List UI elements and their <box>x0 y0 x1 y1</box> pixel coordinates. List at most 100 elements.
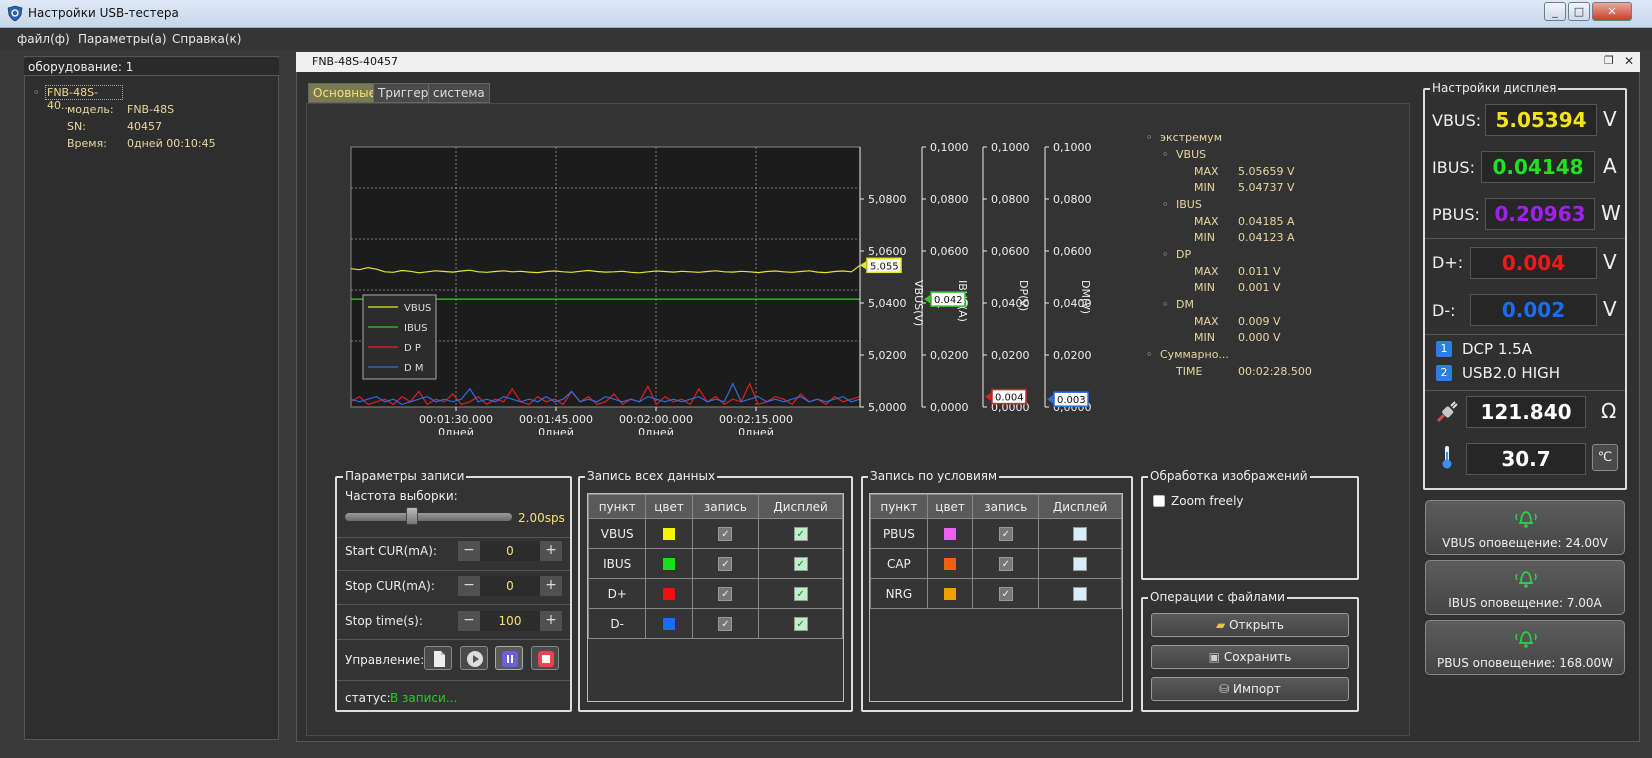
start-cur-stepper[interactable]: − 0 + <box>458 541 562 561</box>
minus-icon[interactable]: − <box>458 541 480 561</box>
alarm-button[interactable]: PBUS оповещение: 168.00W <box>1425 620 1625 675</box>
close-icon[interactable]: ✕ <box>1624 54 1634 68</box>
record-checkbox[interactable]: ✓ <box>718 526 733 541</box>
alarm-button[interactable]: VBUS оповещение: 24.00V <box>1425 500 1625 555</box>
record-checkbox[interactable]: ✓ <box>718 616 733 631</box>
table-row[interactable]: IBUS ✓ ✓ <box>587 548 843 579</box>
display-cell[interactable]: ✓ <box>758 518 843 549</box>
device-window-title: FNB-48S-40457 <box>296 52 1640 72</box>
display-checkbox[interactable] <box>1073 526 1088 541</box>
stop-time-input[interactable]: 100 <box>480 611 540 631</box>
display-cell[interactable] <box>1038 548 1122 579</box>
color-swatch[interactable] <box>662 616 677 631</box>
color-cell[interactable] <box>645 518 693 549</box>
display-checkbox[interactable]: ✓ <box>793 526 808 541</box>
sample-rate-track[interactable] <box>345 513 512 521</box>
stop-button[interactable] <box>531 646 559 670</box>
plus-icon[interactable]: + <box>540 611 562 631</box>
color-cell[interactable] <box>645 608 693 639</box>
record-cell[interactable]: ✓ <box>691 608 760 639</box>
minus-icon[interactable]: − <box>458 611 480 631</box>
table-row[interactable]: PBUS ✓ <box>870 518 1122 549</box>
temp-unit-toggle[interactable]: ℃ <box>1592 444 1618 471</box>
record-checkbox[interactable]: ✓ <box>718 556 733 571</box>
measurement-chart[interactable]: 5,08005,06005,04005,02005,0000VBUS(V)0,1… <box>340 135 1100 435</box>
color-swatch[interactable] <box>943 556 958 571</box>
display-cell[interactable]: ✓ <box>758 548 843 579</box>
display-checkbox[interactable] <box>1073 586 1088 601</box>
color-swatch[interactable] <box>662 586 677 601</box>
record-checkbox[interactable]: ✓ <box>998 526 1013 541</box>
sample-rate-slider[interactable] <box>406 507 419 525</box>
import-button[interactable]: ⛁ Импорт <box>1151 677 1349 701</box>
zoom-label: Zoom freely <box>1171 494 1244 508</box>
table-row[interactable]: VBUS ✓ ✓ <box>587 518 843 549</box>
color-cell[interactable] <box>645 578 693 609</box>
plus-icon[interactable]: + <box>540 576 562 596</box>
tab-trigger[interactable]: Триггер <box>373 83 434 103</box>
color-swatch[interactable] <box>662 556 677 571</box>
plus-icon[interactable]: + <box>540 541 562 561</box>
pause-button[interactable] <box>495 646 523 670</box>
open-button[interactable]: ▰ Открыть <box>1151 613 1349 637</box>
record-checkbox[interactable]: ✓ <box>998 556 1013 571</box>
display-checkbox[interactable]: ✓ <box>793 556 808 571</box>
tree-expand-icon[interactable]: ◦ <box>1146 348 1153 361</box>
table-row[interactable]: NRG ✓ <box>870 578 1122 609</box>
stop-cur-input[interactable]: 0 <box>480 576 540 596</box>
tree-expand-icon[interactable]: ◦ <box>1162 148 1169 161</box>
tab-main[interactable]: Основные <box>308 83 382 103</box>
record-cell[interactable]: ✓ <box>691 548 760 579</box>
color-cell[interactable] <box>645 548 693 579</box>
tree-expand-icon[interactable]: ◦ <box>1162 198 1169 211</box>
start-cur-input[interactable]: 0 <box>480 541 540 561</box>
record-cell[interactable]: ✓ <box>972 578 1040 609</box>
menu-help[interactable]: Справка(к) <box>172 32 241 46</box>
color-swatch[interactable] <box>943 586 958 601</box>
table-row[interactable]: CAP ✓ <box>870 548 1122 579</box>
tree-expand-icon[interactable]: ◦ <box>1162 248 1169 261</box>
stop-cur-stepper[interactable]: − 0 + <box>458 576 562 596</box>
cond-data-title: Запись по условиям <box>868 469 1000 483</box>
record-cell[interactable]: ✓ <box>691 578 760 609</box>
display-checkbox[interactable] <box>1073 556 1088 571</box>
record-cell[interactable]: ✓ <box>691 518 760 549</box>
tab-system[interactable]: система <box>428 83 490 103</box>
start-button[interactable] <box>460 646 488 670</box>
minus-icon[interactable]: − <box>458 576 480 596</box>
record-cell[interactable]: ✓ <box>972 548 1040 579</box>
record-checkbox[interactable]: ✓ <box>718 586 733 601</box>
minimize-button[interactable]: _ <box>1544 2 1566 21</box>
display-cell[interactable] <box>1038 578 1122 609</box>
display-checkbox[interactable]: ✓ <box>793 616 808 631</box>
color-swatch[interactable] <box>662 526 677 541</box>
value-marker-label: 5.055 <box>870 261 899 272</box>
zoom-checkbox[interactable] <box>1153 495 1165 507</box>
value-marker-arrow <box>1047 395 1053 404</box>
record-checkbox[interactable]: ✓ <box>998 586 1013 601</box>
stop-time-stepper[interactable]: − 100 + <box>458 611 562 631</box>
restore-icon[interactable]: ❐ <box>1604 54 1614 67</box>
display-cell[interactable] <box>1038 518 1122 549</box>
tree-expand-icon[interactable]: ◦ <box>33 86 40 99</box>
record-cell[interactable]: ✓ <box>972 518 1040 549</box>
color-cell[interactable] <box>926 518 974 549</box>
display-cell[interactable]: ✓ <box>758 578 843 609</box>
tree-expand-icon[interactable]: ◦ <box>1146 131 1153 144</box>
new-file-button[interactable] <box>424 646 452 670</box>
close-button[interactable]: ✕ <box>1592 2 1632 21</box>
table-row[interactable]: D+ ✓ ✓ <box>587 578 843 609</box>
display-cell[interactable]: ✓ <box>758 608 843 639</box>
save-button[interactable]: ▣ Сохранить <box>1151 645 1349 669</box>
color-cell[interactable] <box>926 578 974 609</box>
alarm-button[interactable]: IBUS оповещение: 7.00A <box>1425 560 1625 615</box>
color-cell[interactable] <box>926 548 974 579</box>
table-row[interactable]: D- ✓ ✓ <box>587 608 843 639</box>
device-node[interactable]: FNB-48S-40... <box>45 85 123 112</box>
maximize-button[interactable]: □ <box>1568 2 1590 21</box>
menu-params[interactable]: Параметры(а) <box>78 32 167 46</box>
color-swatch[interactable] <box>943 526 958 541</box>
display-checkbox[interactable]: ✓ <box>793 586 808 601</box>
menu-file[interactable]: файл(ф) <box>17 32 70 46</box>
tree-expand-icon[interactable]: ◦ <box>1162 298 1169 311</box>
